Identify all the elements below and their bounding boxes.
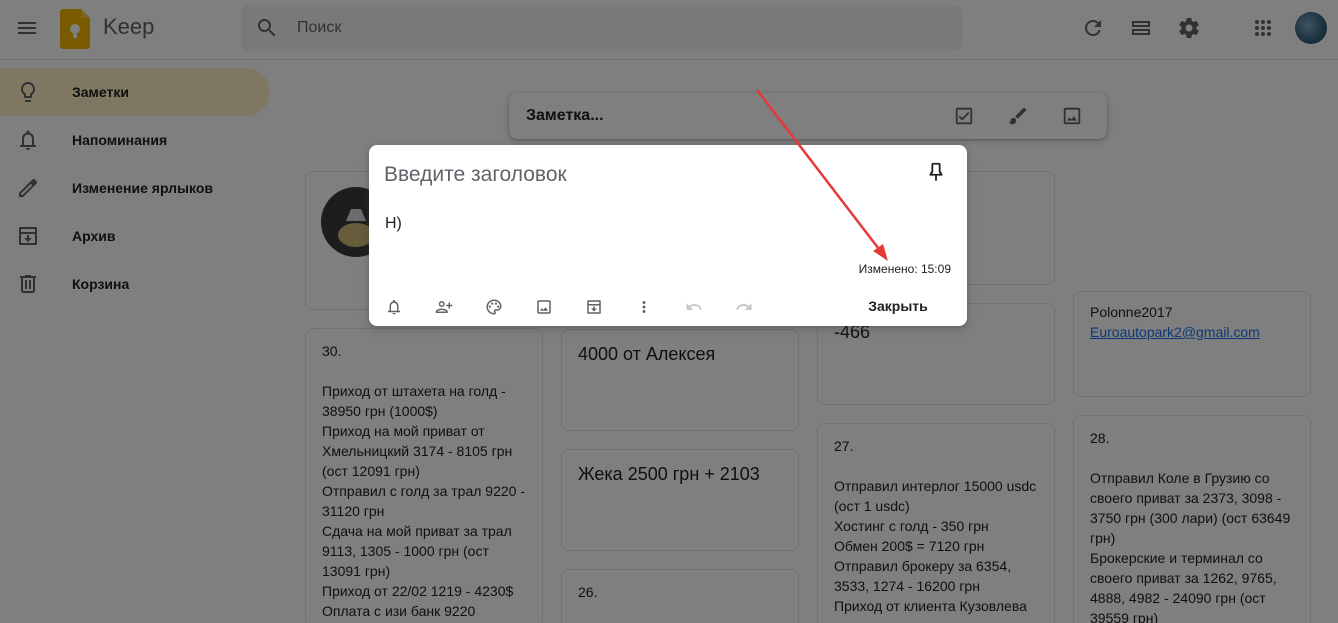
more-vert-icon[interactable] [631,294,657,320]
note-editor-dialog: Введите заголовок Н) Изменено: 15:09 Зак… [369,145,967,326]
redo-icon[interactable] [731,294,757,320]
archive-icon[interactable] [581,294,607,320]
note-title-input[interactable]: Введите заголовок [384,163,567,187]
palette-icon[interactable] [481,294,507,320]
collaborator-icon[interactable] [431,294,457,320]
undo-icon[interactable] [681,294,707,320]
pin-icon[interactable] [925,161,949,185]
note-body-input[interactable]: Н) [385,215,402,233]
add-image-icon[interactable] [531,294,557,320]
edited-timestamp: Изменено: 15:09 [858,262,951,276]
close-button[interactable]: Закрыть [855,291,941,321]
remind-bell-icon[interactable] [381,294,407,320]
